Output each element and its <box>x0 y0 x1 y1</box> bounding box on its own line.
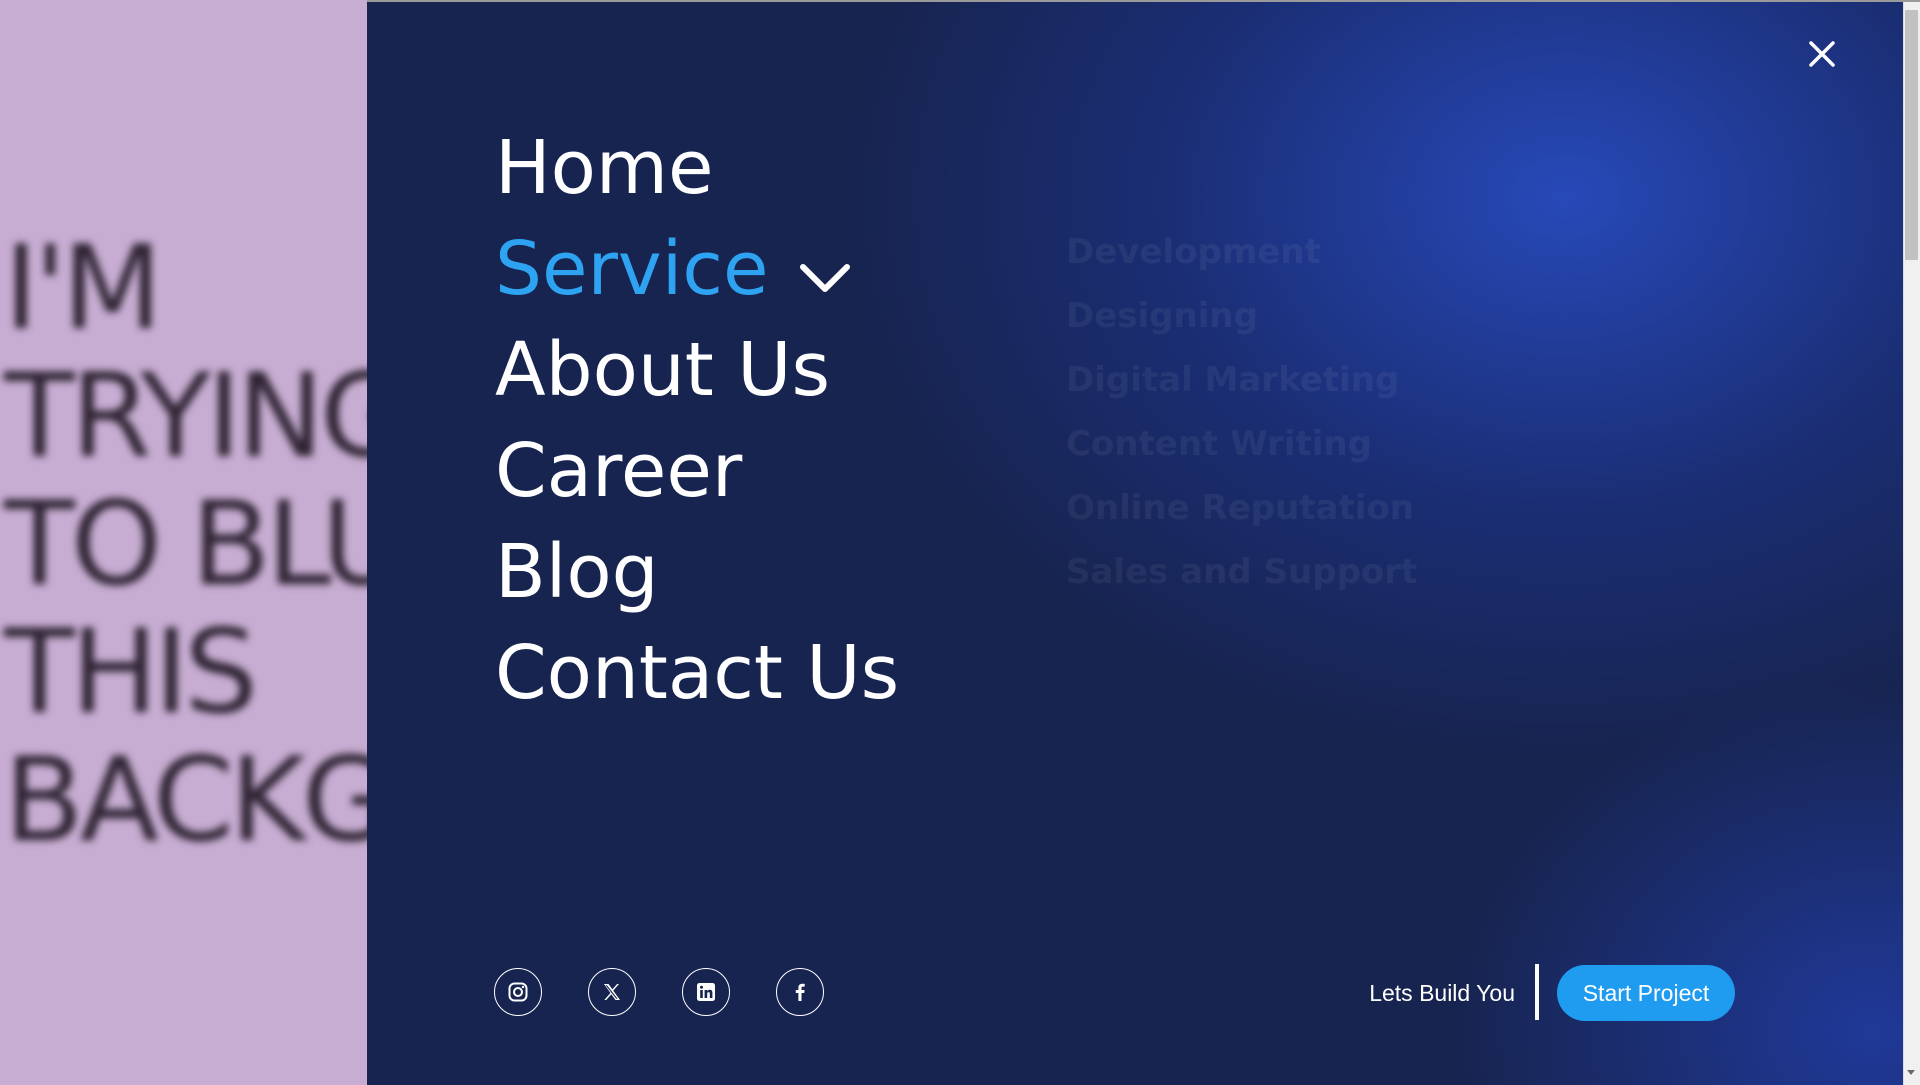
submenu-item-online-reputation[interactable]: Online Reputation <box>1066 476 1417 540</box>
x-link[interactable] <box>588 968 636 1016</box>
linkedin-icon <box>697 983 715 1001</box>
submenu-item-content-writing[interactable]: Content Writing <box>1066 412 1417 476</box>
start-project-button[interactable]: Start Project <box>1557 965 1735 1021</box>
nav-item-label: Home <box>495 125 714 211</box>
submenu-item-sales-and-support[interactable]: Sales and Support <box>1066 540 1417 604</box>
nav-item-label: About Us <box>495 327 831 413</box>
chevron-down-icon[interactable] <box>797 257 853 297</box>
instagram-link[interactable] <box>494 968 542 1016</box>
submenu-item-designing[interactable]: Designing <box>1066 284 1417 348</box>
social-links <box>494 968 870 1016</box>
submenu-item-digital-marketing[interactable]: Digital Marketing <box>1066 348 1417 412</box>
main-nav: Home Service About Us Career Blog Contac… <box>495 118 899 724</box>
submenu-item-development[interactable]: Development <box>1066 220 1417 284</box>
facebook-icon <box>795 983 805 1001</box>
facebook-link[interactable] <box>776 968 824 1016</box>
nav-item-label: Blog <box>495 529 659 615</box>
x-icon <box>604 984 620 1000</box>
nav-item-blog[interactable]: Blog <box>495 522 899 623</box>
cta-divider <box>1535 964 1539 1020</box>
close-button[interactable] <box>1805 37 1839 71</box>
nav-item-service[interactable]: Service <box>495 219 899 320</box>
instagram-icon <box>508 982 528 1002</box>
cta-text: Lets Build You <box>1369 980 1515 1006</box>
close-icon <box>1809 41 1835 67</box>
nav-item-about-us[interactable]: About Us <box>495 320 899 421</box>
nav-item-label: Career <box>495 428 743 514</box>
blurred-background-text: I'M TRYING TO BLUR THIS BACKGROUND <box>4 221 367 868</box>
service-submenu: Development Designing Digital Marketing … <box>1066 220 1417 604</box>
linkedin-link[interactable] <box>682 968 730 1016</box>
nav-item-home[interactable]: Home <box>495 118 899 219</box>
nav-item-contact-us[interactable]: Contact Us <box>495 623 899 724</box>
scroll-down-arrow-icon[interactable] <box>1907 1070 1915 1075</box>
nav-item-label: Contact Us <box>495 630 900 716</box>
nav-item-label: Service <box>495 226 769 312</box>
nav-item-career[interactable]: Career <box>495 421 899 522</box>
blurred-background: I'M TRYING TO BLUR THIS BACKGROUND <box>0 0 367 1085</box>
scrollbar-thumb[interactable] <box>1905 10 1918 260</box>
